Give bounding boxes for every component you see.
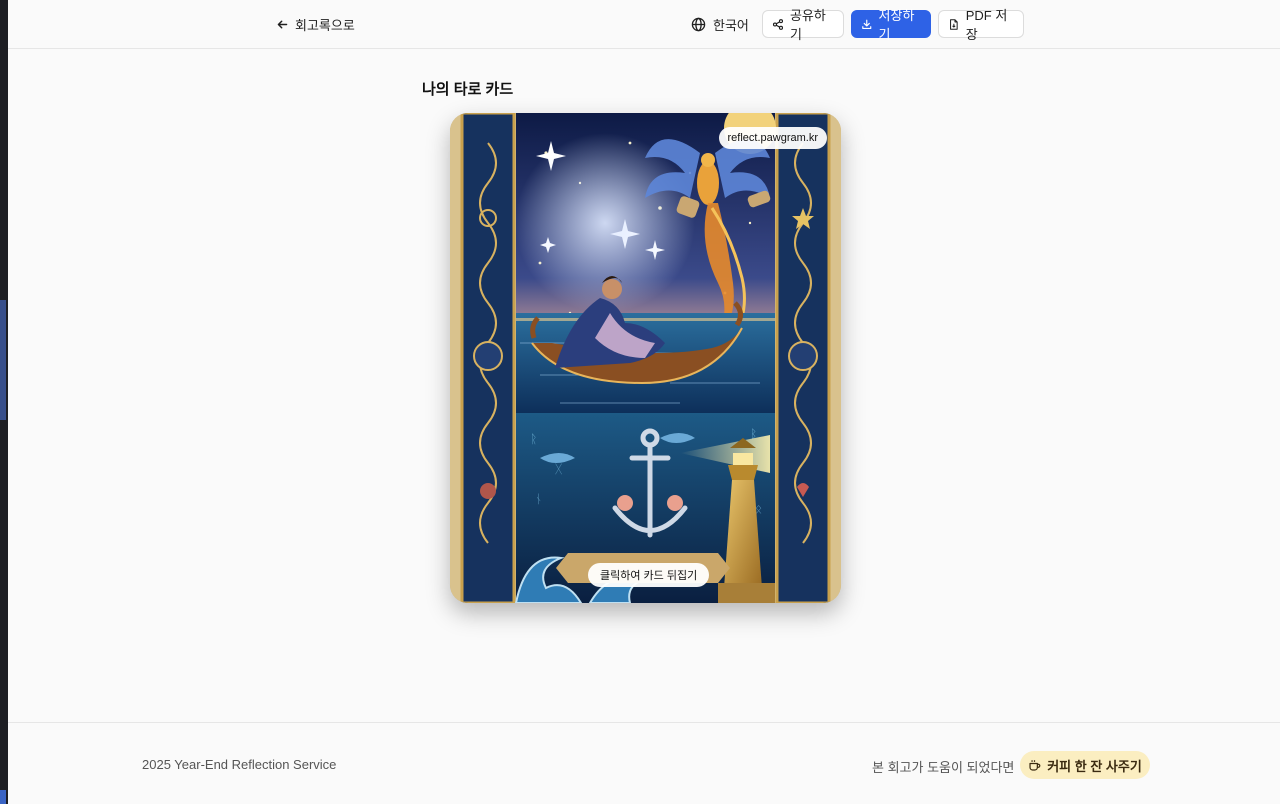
footer: 2025 Year-End Reflection Service 본 회고가 도… <box>8 722 1280 804</box>
language-label: 한국어 <box>713 17 749 33</box>
top-bar: 회고록으로 한국어 공유하기 저장하기 PDF 저장 <box>8 0 1280 49</box>
svg-text:ᚷ: ᚷ <box>555 462 562 476</box>
share-label: 공유하기 <box>789 8 826 42</box>
arrow-left-icon <box>277 20 288 28</box>
coffee-label: 커피 한 잔 사주기 <box>1047 758 1142 774</box>
language-selector[interactable]: 한국어 <box>691 13 749 35</box>
browser-page: 회고록으로 한국어 공유하기 저장하기 PDF 저장 나의 타로 카드 ᚱ ᚷ … <box>8 0 1280 804</box>
share-button[interactable]: 공유하기 <box>762 8 844 42</box>
buy-coffee-button[interactable]: 커피 한 잔 사주기 <box>1020 751 1150 779</box>
file-download-icon <box>950 18 958 30</box>
tarot-card-illustration: ᚱᚷᚾ ᛒᚨᛟ <box>450 113 841 603</box>
coffee-cup-icon <box>1029 759 1041 771</box>
tarot-card[interactable]: ᚱᚷᚾ ᛒᚨᛟ <box>450 113 841 603</box>
pdf-save-button[interactable]: PDF 저장 <box>938 8 1024 42</box>
save-button[interactable]: 저장하기 <box>851 8 931 42</box>
section-title: 나의 타로 카드 <box>422 81 514 98</box>
desktop-edge-highlight <box>0 790 6 804</box>
copyright-text: 2025 Year-End Reflection Service <box>142 757 337 772</box>
desktop-edge-highlight <box>0 300 6 420</box>
svg-text:ᚱ: ᚱ <box>530 432 537 446</box>
desktop-edge <box>0 0 8 804</box>
back-label: 회고록으로 <box>295 17 355 33</box>
svg-text:ᚾ: ᚾ <box>535 492 542 506</box>
card-watermark: reflect.pawgram.kr <box>718 127 827 149</box>
save-label: 저장하기 <box>878 8 915 42</box>
globe-icon <box>691 17 706 31</box>
share-icon <box>772 18 784 30</box>
flip-card-hint[interactable]: 클릭하여 카드 뒤집기 <box>588 563 710 587</box>
pdf-label: PDF 저장 <box>965 8 1008 42</box>
back-to-reflection-link[interactable]: 회고록으로 <box>276 13 355 35</box>
support-prompt: 본 회고가 도움이 되었다면 <box>872 760 1015 775</box>
download-icon <box>862 19 872 29</box>
